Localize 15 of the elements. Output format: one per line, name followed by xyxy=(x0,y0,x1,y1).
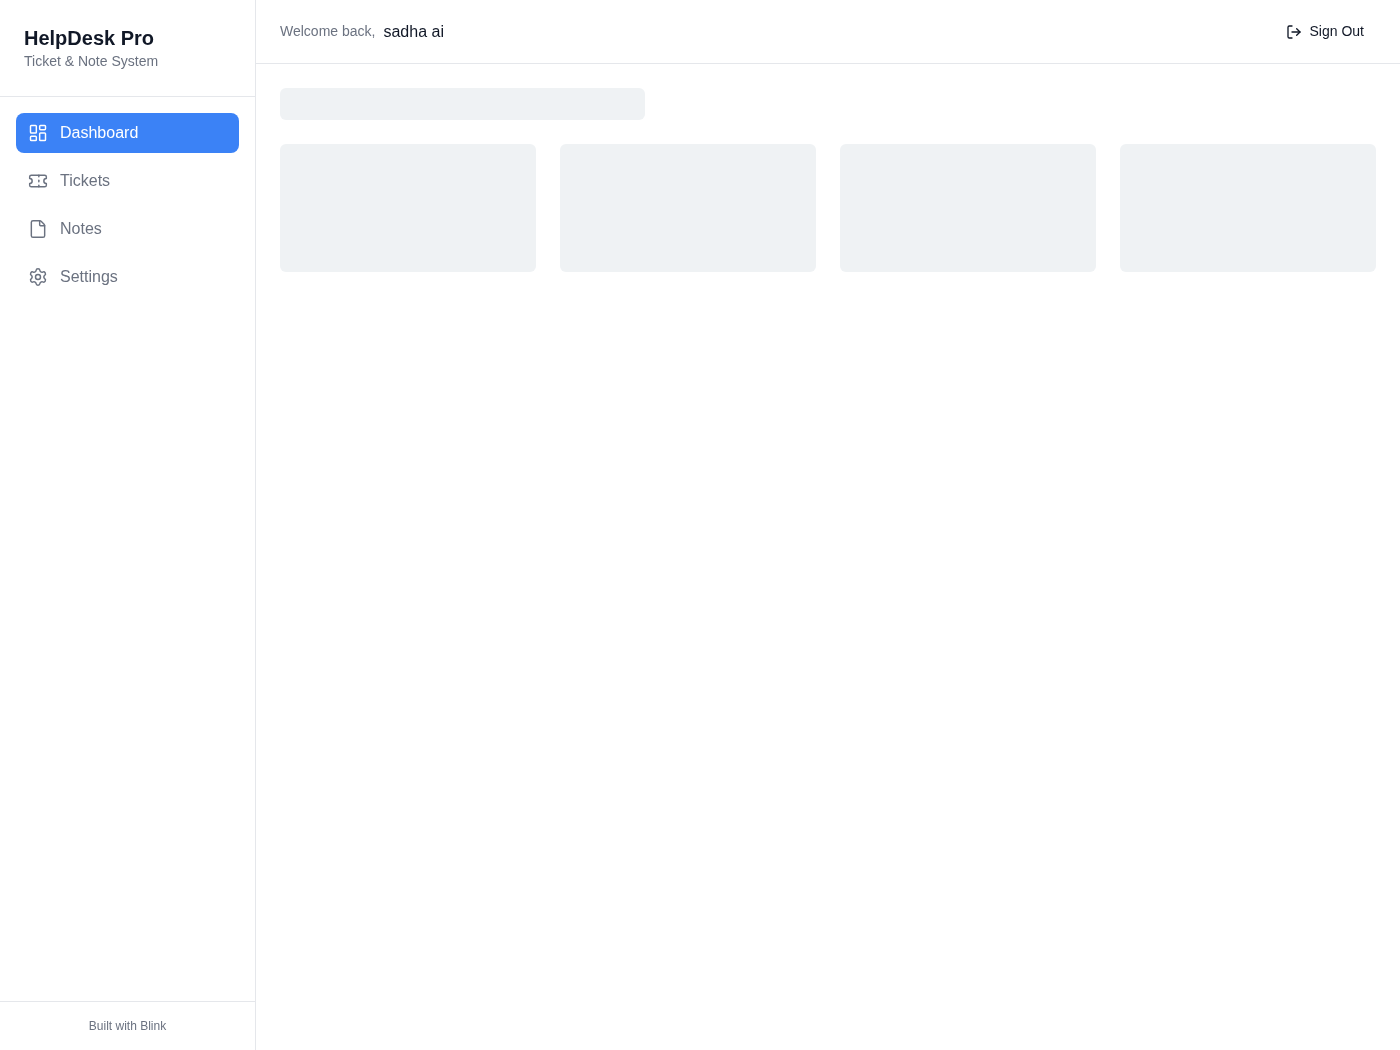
greeting-text: Welcome back, xyxy=(280,22,376,41)
app-subtitle: Ticket & Note System xyxy=(24,52,159,71)
logout-icon xyxy=(1285,23,1302,40)
sidebar-item[interactable]: Tickets xyxy=(16,161,239,201)
sign-out-button[interactable]: Sign Out xyxy=(1273,13,1376,50)
sidebar-item[interactable]: Notes xyxy=(16,209,239,249)
file-icon xyxy=(28,219,48,239)
app-title: HelpDesk Pro xyxy=(24,26,155,50)
sidebar-item[interactable]: Dashboard xyxy=(16,113,239,153)
user-name: sadha ai xyxy=(383,21,444,42)
sidebar-item[interactable]: Settings xyxy=(16,257,239,297)
settings-icon xyxy=(28,267,48,287)
footer-text: Built with Blink xyxy=(88,1018,167,1035)
grid-icon xyxy=(28,123,48,143)
ticket-icon xyxy=(28,171,48,191)
